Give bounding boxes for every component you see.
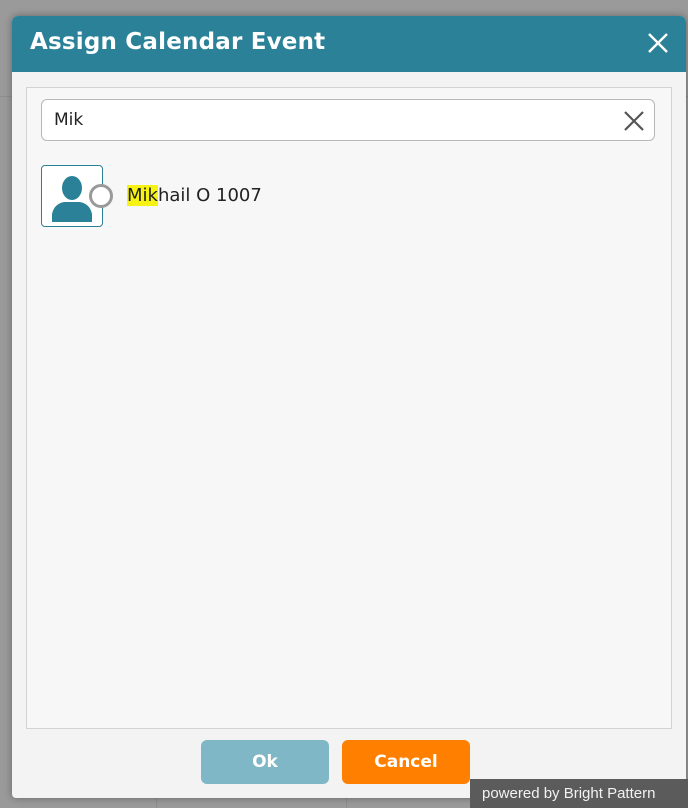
ok-button[interactable]: Ok xyxy=(201,740,329,784)
assign-calendar-event-dialog: Assign Calendar Event Mik Mikhail O 1007 xyxy=(12,16,686,798)
powered-by-label: powered by Bright Pattern xyxy=(470,779,688,808)
cancel-button[interactable]: Cancel xyxy=(342,740,470,784)
background-divider xyxy=(156,798,157,808)
search-input[interactable] xyxy=(54,108,614,132)
search-field xyxy=(41,99,655,141)
list-item[interactable]: Mikhail O 1007 xyxy=(41,165,641,231)
search-match-highlight: Mik xyxy=(127,185,158,206)
close-icon[interactable] xyxy=(644,29,672,57)
user-name-rest: hail O 1007 xyxy=(157,185,262,206)
dialog-title: Assign Calendar Event xyxy=(30,29,326,55)
dialog-titlebar: Assign Calendar Event xyxy=(12,16,686,72)
user-silhouette-icon xyxy=(52,176,92,222)
results-panel: Mikhail O 1007 xyxy=(26,87,672,729)
clear-icon[interactable] xyxy=(622,109,646,133)
status-circle-icon xyxy=(89,184,113,208)
background-divider xyxy=(346,798,347,808)
user-name: Mikhail O 1007 xyxy=(127,185,262,206)
